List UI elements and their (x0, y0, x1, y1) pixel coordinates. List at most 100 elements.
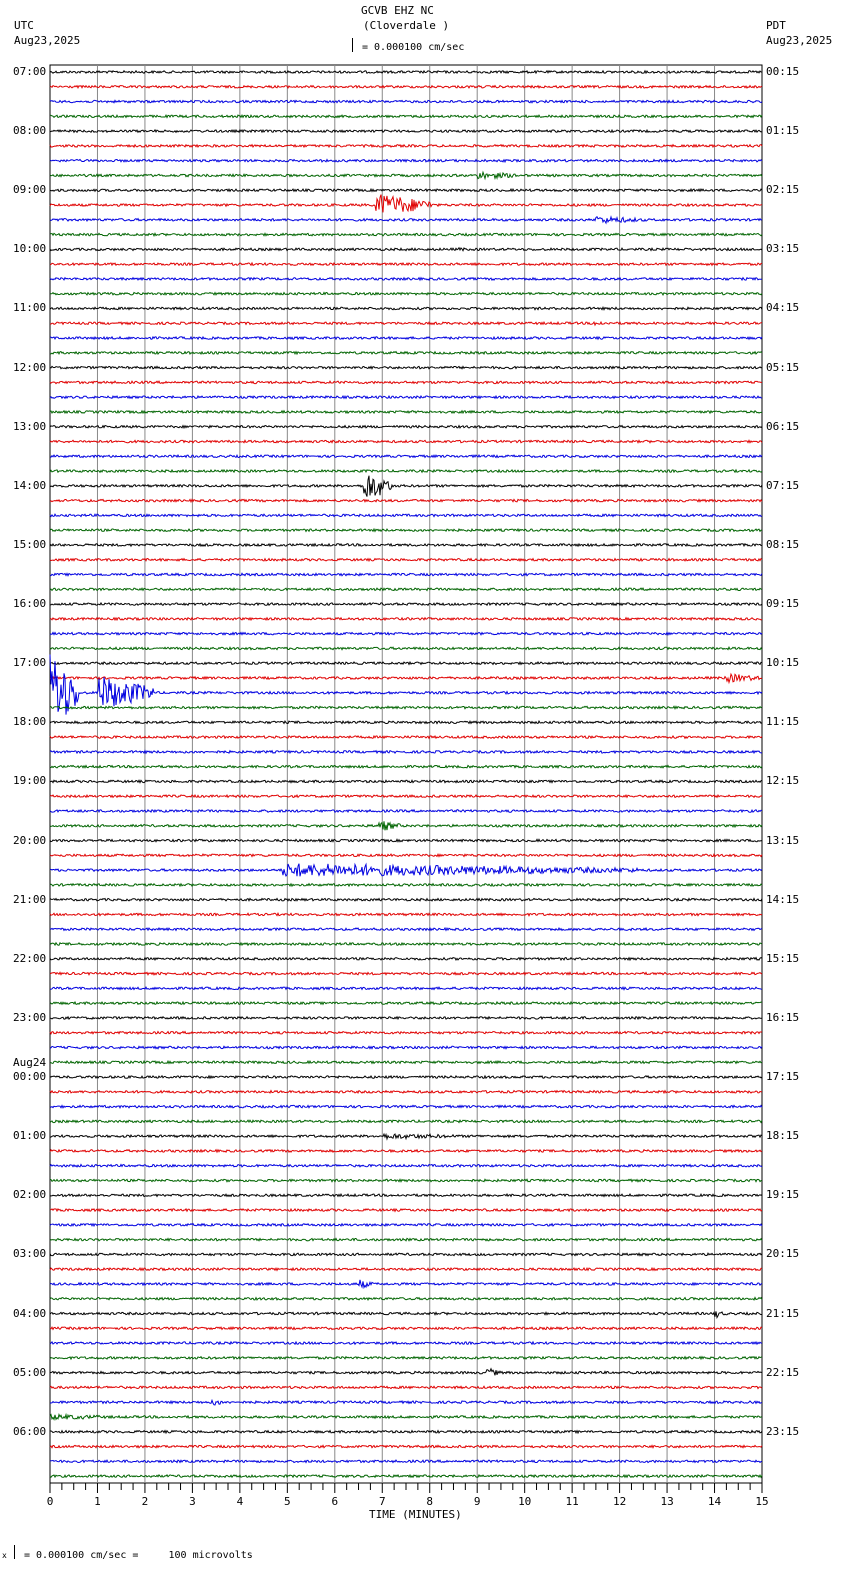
trace-line (49, 143, 763, 149)
trace-line (50, 660, 763, 666)
pdt-hour-label: 11:15 (766, 715, 800, 729)
pdt-hour-label: 17:15 (766, 1070, 800, 1084)
trace-line (49, 1473, 763, 1479)
trace-line (49, 335, 763, 341)
x-tick-label: 1 (94, 1495, 101, 1508)
x-axis-title: TIME (MINUTES) (369, 1508, 462, 1521)
trace-line (49, 793, 763, 799)
trace-line (49, 475, 763, 497)
trace-line (49, 821, 763, 831)
x-tick-label: 14 (707, 1495, 722, 1508)
trace-line (49, 672, 763, 685)
trace-line (49, 1326, 763, 1331)
trace-line (49, 1237, 763, 1242)
utc-hour-label: 02:00 (13, 1188, 47, 1202)
trace-line (49, 380, 762, 385)
trace-line (49, 1074, 763, 1080)
footer-prefix: x (2, 1551, 7, 1560)
x-tick-label: 10 (518, 1495, 532, 1508)
footer-scale-bar-icon (14, 1545, 15, 1559)
trace-line (49, 941, 763, 947)
trace-line (49, 1367, 763, 1376)
trace-line (49, 1266, 763, 1272)
trace-line (49, 912, 763, 917)
trace-line (49, 246, 763, 252)
pdt-hour-label: 08:15 (766, 537, 800, 551)
trace-line (49, 215, 763, 225)
trace-line (49, 779, 763, 784)
pdt-hour-label: 00:15 (766, 65, 800, 78)
x-tick-label: 11 (565, 1495, 579, 1508)
trace-line (49, 439, 763, 444)
trace-line (49, 926, 763, 932)
trace-line (49, 1385, 763, 1390)
trace-line (49, 1059, 763, 1065)
trace-line (49, 1222, 763, 1228)
trace-line (49, 114, 763, 119)
utc-hour-label: 00:00 (13, 1070, 47, 1084)
trace-line (49, 572, 763, 577)
utc-hour-label: 14:00 (13, 478, 47, 492)
trace-line (49, 587, 763, 592)
trace-line (49, 527, 763, 533)
utc-hour-label: 13:00 (13, 419, 47, 433)
pdt-hour-label: 07:15 (766, 478, 800, 492)
utc-hour-label: 20:00 (13, 833, 47, 847)
x-tick-label: 4 (236, 1495, 244, 1508)
trace-line (49, 1279, 763, 1290)
x-tick-label: 2 (141, 1495, 149, 1508)
utc-hour-label: 18:00 (13, 715, 47, 729)
trace-line (49, 170, 763, 181)
utc-hour-label: 17:00 (13, 656, 47, 670)
trace-line (49, 971, 763, 976)
utc-hour-label: 19:00 (13, 774, 47, 788)
trace-line (49, 882, 763, 888)
utc-hour-label: 07:00 (13, 65, 47, 78)
trace-line (49, 320, 763, 327)
trace-line (49, 808, 763, 814)
trace-line (49, 453, 763, 459)
trace-line (49, 749, 762, 755)
pdt-hour-label: 20:15 (766, 1247, 800, 1261)
x-tick-label: 5 (284, 1495, 291, 1508)
pdt-hour-label: 05:15 (766, 360, 800, 374)
pdt-hour-label: 18:15 (766, 1129, 800, 1143)
pdt-hour-label: 21:15 (766, 1306, 800, 1320)
trace-line (49, 187, 763, 193)
trace-line (49, 158, 763, 164)
utc-hour-label: 06:00 (13, 1424, 47, 1438)
trace-line (49, 956, 763, 962)
pdt-hour-label: 23:15 (766, 1424, 800, 1438)
utc-hour-label: 15:00 (13, 537, 47, 551)
trace-line (49, 261, 763, 267)
x-tick-label: 7 (378, 1495, 386, 1508)
utc-hour-label: 21:00 (13, 892, 47, 906)
date-change-label: Aug24 (13, 1056, 47, 1070)
x-tick-label: 3 (189, 1495, 196, 1508)
trace-line (49, 645, 763, 651)
trace-line (49, 394, 763, 400)
trace-line (49, 1296, 763, 1301)
utc-hour-label: 16:00 (13, 597, 47, 611)
x-tick-label: 8 (426, 1495, 434, 1508)
trace-line (49, 734, 763, 740)
trace-line (49, 424, 763, 430)
pdt-hour-label: 15:15 (766, 951, 800, 965)
x-tick-label: 0 (46, 1495, 54, 1508)
trace-line (49, 468, 763, 474)
trace-line (49, 1030, 763, 1035)
trace-line (49, 719, 763, 725)
trace-line (49, 542, 763, 548)
pdt-hour-label: 14:15 (766, 892, 800, 906)
x-tick-label: 6 (331, 1495, 339, 1508)
utc-hour-label: 05:00 (13, 1365, 47, 1379)
trace-line (49, 306, 763, 311)
trace-line (49, 557, 763, 563)
footer-scale-text: = 0.000100 cm/sec = 100 microvolts (24, 1550, 253, 1561)
trace-line (49, 631, 763, 637)
x-tick-label: 9 (473, 1495, 481, 1508)
trace-line (49, 1207, 763, 1213)
trace-line (49, 365, 763, 370)
trace-line (49, 409, 763, 415)
pdt-hour-label: 02:15 (766, 183, 800, 197)
